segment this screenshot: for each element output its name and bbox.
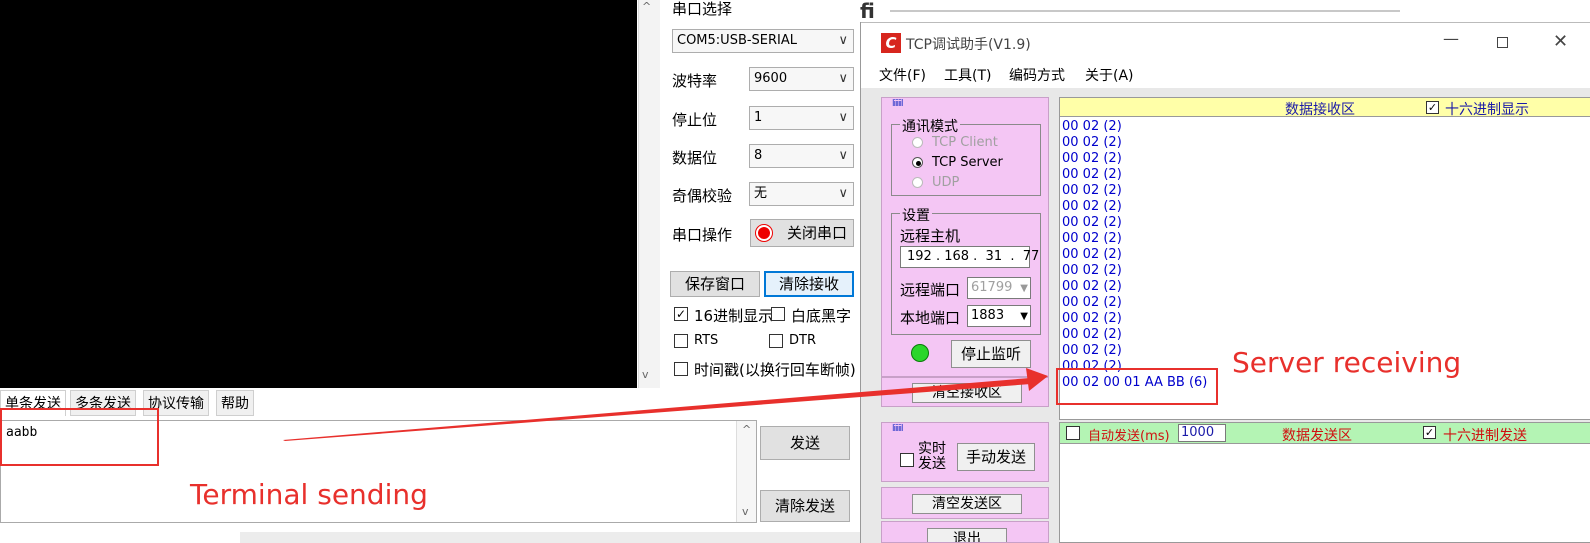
server-annotation: Server receiving [1232, 346, 1462, 379]
arrow-shaft [283, 378, 1031, 441]
annotation-arrow [283, 368, 1048, 441]
terminal-annotation: Terminal sending [190, 478, 428, 511]
arrow-head-icon [1026, 368, 1048, 391]
